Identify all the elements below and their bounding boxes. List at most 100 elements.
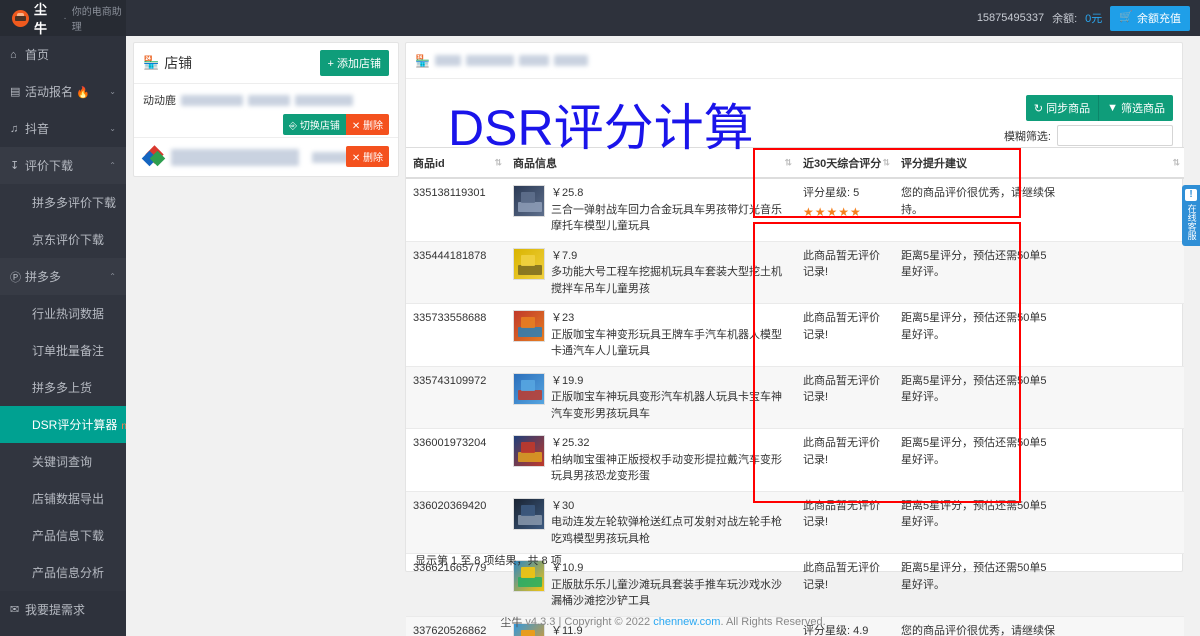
sidebar-item-1[interactable]: ▤ 活动报名 🔥 ⌄: [0, 73, 126, 110]
shop-row[interactable]: 动动鹿 ⎆ 切换店铺 ✕ 删除: [134, 84, 398, 137]
table-row[interactable]: 335743109972 ￥19.9 正版咖宝车神玩具变形汽车机器人玩具卡宝车神汽车…: [406, 366, 1184, 429]
sidebar-item-5[interactable]: 京东评价下载: [0, 221, 126, 258]
table-row[interactable]: 335444181878 ￥7.9 多功能大号工程车挖掘机玩具车套装大型挖土机搅拌车…: [406, 241, 1184, 304]
sidebar-item-15[interactable]: ✉ 我要提需求: [0, 591, 126, 628]
sidebar-item-0[interactable]: ⌂ 首页: [0, 36, 126, 73]
table-column-header-4[interactable]: ⇅: [1062, 147, 1184, 179]
sort-icon[interactable]: ⇅: [1172, 157, 1179, 168]
fuzzy-filter-row: 模糊筛选:: [1004, 125, 1173, 146]
close-icon: ✕: [351, 121, 361, 132]
cell-blank: [1062, 366, 1184, 429]
filter-products-button[interactable]: ▼ 筛选商品: [1099, 95, 1173, 121]
sidebar-item-8[interactable]: 订单批量备注: [0, 332, 126, 369]
cell-product-info: ￥7.9 多功能大号工程车挖掘机玩具车套装大型挖土机搅拌车吊车儿童男孩: [506, 241, 796, 304]
column-label: 商品id: [413, 158, 445, 170]
fuzzy-filter-input[interactable]: [1057, 125, 1173, 146]
table-row[interactable]: 336001973204 ￥25.32 柏纳咖宝蛋神正版授权手动变形提拉戴汽车变形玩…: [406, 428, 1184, 492]
bull-logo-icon: [12, 9, 29, 27]
filter-products-label: 筛选商品: [1121, 103, 1165, 115]
sidebar-item-label: 产品信息下载: [32, 529, 105, 543]
sidebar-item-12[interactable]: 店铺数据导出: [0, 480, 126, 517]
cell-product-info: ￥25.32 柏纳咖宝蛋神正版授权手动变形提拉戴汽车变形玩具男孩恐龙变形蛋: [506, 428, 796, 492]
advice-text: 距离5星评分，预估还需50单5星好评。: [901, 249, 1047, 279]
sidebar-item-9[interactable]: 拼多多上货: [0, 369, 126, 406]
product-price: ￥19.9: [551, 374, 584, 387]
sidebar-item-label: 京东评价下载: [32, 233, 105, 247]
product-name: 三合一弹射战车回力合金玩具车男孩带灯光音乐摩托车模型儿童玩具: [551, 203, 782, 233]
refresh-icon: ↻: [1033, 102, 1044, 115]
table-column-header-2[interactable]: 近30天综合评分 ⇅: [796, 147, 894, 179]
main-card-header: 🏪: [406, 43, 1182, 79]
table-column-header-1[interactable]: 商品信息 ⇅: [506, 147, 796, 179]
shop-name-blurred: [181, 94, 243, 106]
footer-version: v4.3.3: [525, 616, 556, 628]
main-toolbar: ↻ 同步商品 ▼ 筛选商品: [1025, 95, 1173, 121]
table-result-summary: 显示第 1 至 8 项结果，共 8 项: [415, 555, 562, 567]
balance-label: 余额:: [1052, 13, 1078, 25]
table-column-header-3[interactable]: 评分提升建议: [894, 147, 1062, 179]
sidebar-item-4[interactable]: 拼多多评价下载: [0, 184, 126, 221]
cell-product-id: 335138119301: [406, 178, 506, 242]
footer-brand: 尘牛: [500, 617, 523, 629]
recharge-label: 余额充值: [1137, 12, 1181, 25]
sidebar-item-label: 首页: [25, 48, 50, 62]
sort-icon[interactable]: ⇅: [882, 157, 889, 168]
alert-icon: !: [1185, 189, 1197, 201]
product-name: 柏纳咖宝蛋神正版授权手动变形提拉戴汽车变形玩具男孩恐龙变形蛋: [551, 453, 782, 483]
delete-shop-button[interactable]: ✕ 删除: [345, 114, 389, 135]
product-price: ￥30: [551, 499, 575, 512]
cell-blank: [1062, 241, 1184, 304]
cell-product-info: ￥23 正版咖宝车神变形玩具王牌车手汽车机器人模型卡通汽车人儿童玩具: [506, 303, 796, 367]
brand-logo-area[interactable]: 尘牛 · 你的电商助理: [0, 0, 126, 36]
sort-icon[interactable]: ⇅: [784, 157, 791, 168]
sidebar-item-11[interactable]: 关键词查询: [0, 443, 126, 480]
product-name: 正版咖宝车神变形玩具王牌车手汽车机器人模型卡通汽车人儿童玩具: [551, 328, 782, 358]
sidebar-item-label: 订单批量备注: [32, 344, 105, 358]
sidebar-item-7[interactable]: 行业热词数据: [0, 295, 126, 332]
shop-row-actions: ⎆ 切换店铺 ✕ 删除: [283, 114, 389, 135]
sort-icon[interactable]: ⇅: [494, 157, 501, 168]
brand-name: 尘牛: [34, 2, 48, 36]
sidebar-item-2[interactable]: ♫ 抖音 ⌄: [0, 110, 126, 147]
footer-site-link[interactable]: chennew.com: [653, 616, 720, 628]
table-row[interactable]: 335733558688 ￥23 正版咖宝车神变形玩具王牌车手汽车机器人模型卡通汽车…: [406, 303, 1184, 367]
switch-shop-label: 切换店铺: [299, 121, 340, 132]
sidebar-item-3[interactable]: ↧ 评价下载 ⌃: [0, 147, 126, 184]
product-thumbnail: [513, 310, 545, 342]
cell-blank: [1062, 303, 1184, 367]
cell-score: 此商品暂无评价记录!: [796, 303, 894, 367]
shop-id-blurred: [248, 94, 290, 106]
cell-product-id: 335733558688: [406, 303, 506, 367]
sidebar-item-14[interactable]: 产品信息分析: [0, 554, 126, 591]
add-shop-button[interactable]: + 添加店铺: [319, 50, 389, 76]
cell-product-id: 335444181878: [406, 241, 506, 304]
table-row[interactable]: 335138119301 ￥25.8 三合一弹射战车回力合金玩具车男孩带灯光音乐摩托…: [406, 178, 1184, 242]
sidebar-item-label: 拼多多: [25, 270, 62, 284]
cart-icon: 🛒: [1119, 11, 1133, 23]
sidebar-item-13[interactable]: 产品信息下载: [0, 517, 126, 554]
delete-shop-button[interactable]: ✕ 删除: [345, 146, 389, 167]
sidebar-item-label: 店铺数据导出: [32, 492, 105, 506]
shop-row[interactable]: ✕ 删除: [134, 137, 398, 177]
store-icon: 🏪: [415, 53, 430, 68]
shop-name-label: 动动鹿: [143, 95, 176, 107]
switch-shop-button[interactable]: ⎆ 切换店铺: [283, 114, 346, 135]
product-name: 正版咖宝车神玩具变形汽车机器人玩具卡宝车神汽车变形男孩玩具车: [551, 391, 782, 420]
table-column-header-0[interactable]: 商品id ⇅: [406, 147, 506, 179]
sync-products-button[interactable]: ↻ 同步商品: [1025, 95, 1100, 121]
star-rating: ★★★★★: [803, 204, 862, 219]
sidebar-item-label: 我要提需求: [25, 603, 86, 617]
switch-icon: ⎆: [289, 121, 298, 132]
calendar-icon: ▤: [10, 86, 21, 98]
cell-advice: 距离5星评分，预估还需50单5星好评。: [894, 241, 1062, 304]
cell-advice: 距离5星评分，预估还需50单5星好评。: [894, 428, 1062, 492]
sidebar-item-10[interactable]: DSR评分计算器new: [0, 406, 126, 443]
online-service-tab[interactable]: ! 在线客服: [1182, 185, 1200, 246]
advice-text: 您的商品评价很优秀，请继续保持。: [901, 187, 1055, 216]
sidebar-item-6[interactable]: Ⓟ 拼多多 ⌃: [0, 258, 126, 295]
product-price: ￥23: [551, 312, 575, 324]
chevron-icon: ⌄: [109, 124, 116, 133]
cell-score: 评分星级: 5 ★★★★★: [796, 178, 894, 242]
no-review-text: 此商品暂无评价记录!: [803, 374, 880, 404]
recharge-button[interactable]: 🛒 余额充值: [1110, 5, 1190, 31]
